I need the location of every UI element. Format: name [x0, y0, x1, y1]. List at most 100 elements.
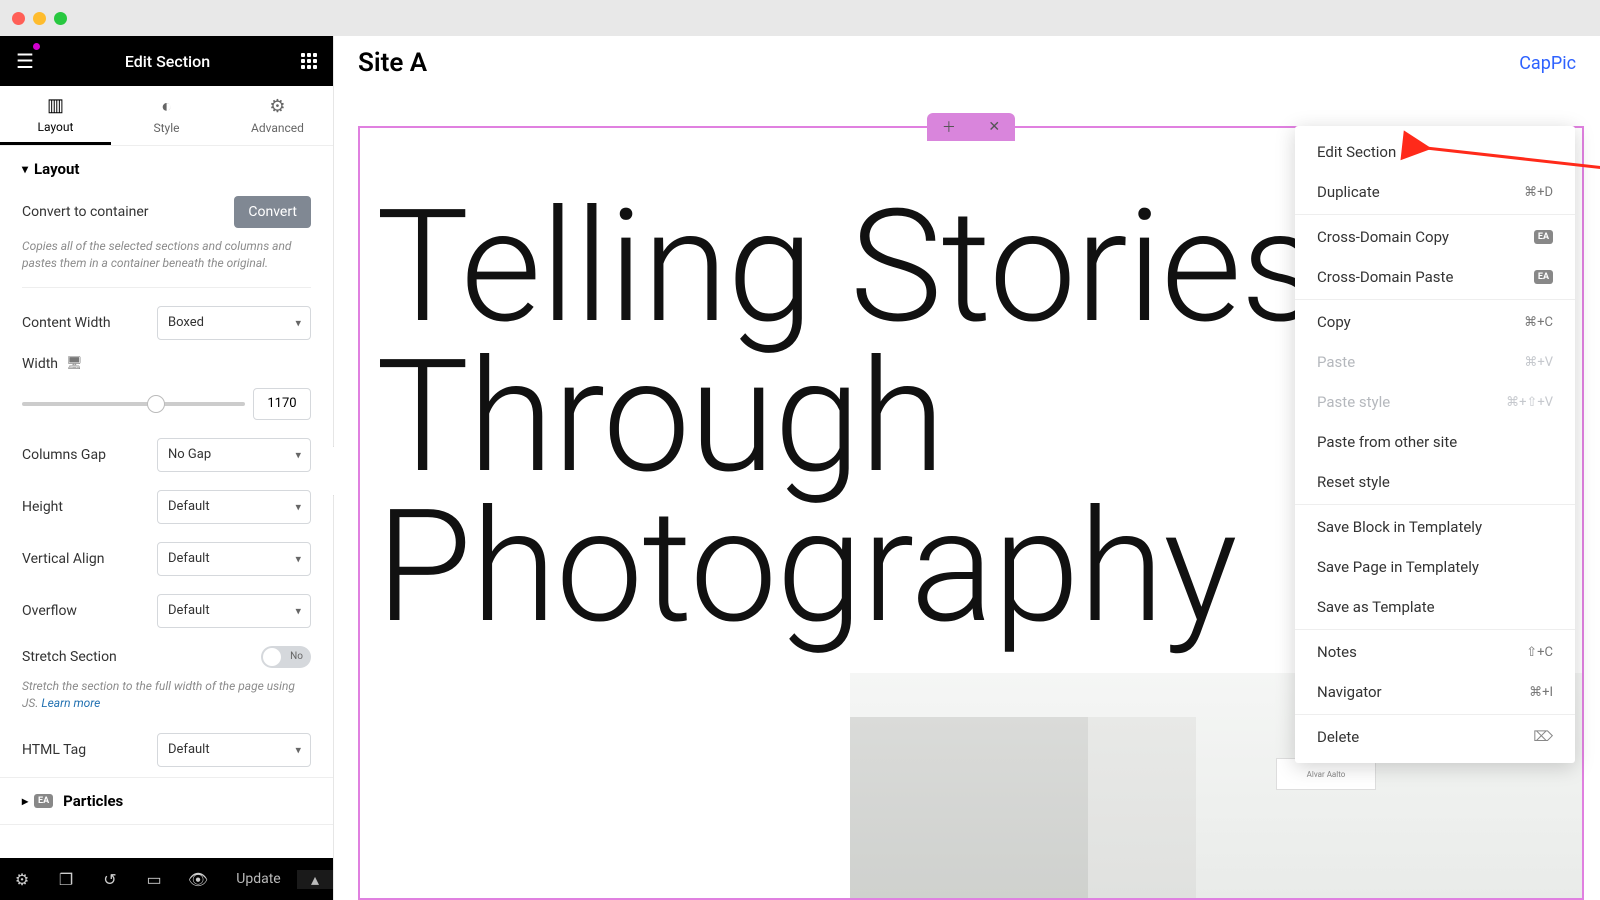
delete-icon: ⌦ [1533, 729, 1553, 745]
context-menu-item[interactable]: Delete ⌦ [1295, 717, 1575, 757]
context-menu-separator [1295, 714, 1575, 715]
tab-advanced[interactable]: ⚙ Advanced [222, 86, 333, 145]
columns-gap-label: Columns Gap [22, 447, 106, 463]
content-width-label: Content Width [22, 315, 111, 331]
keyboard-shortcut: ⌘+C [1524, 315, 1553, 330]
style-icon: ◐ [161, 96, 172, 117]
hero-heading[interactable]: Telling Stories Through Photography [376, 193, 1319, 642]
sidebar-tabs: ▥ Layout ◐ Style ⚙ Advanced [0, 86, 333, 146]
context-menu-item[interactable]: Save Page in Templately [1295, 547, 1575, 587]
columns-gap-select[interactable]: No Gap [157, 438, 311, 472]
desktop-icon: 🖥 [66, 356, 83, 371]
tab-label: Style [153, 121, 179, 135]
context-menu-item: Paste ⌘+V [1295, 342, 1575, 382]
gear-icon: ⚙ [269, 96, 285, 117]
add-section-button[interactable]: ＋ [942, 117, 956, 137]
context-menu-item: Paste style ⌘+⇧+V [1295, 382, 1575, 422]
tab-label: Advanced [251, 121, 304, 135]
context-menu-label: Notes [1317, 643, 1357, 661]
convert-help-text: Copies all of the selected sections and … [22, 238, 311, 273]
context-menu-label: Paste from other site [1317, 433, 1457, 451]
tab-label: Layout [38, 120, 74, 134]
section-particles-heading[interactable]: EAParticles [22, 792, 311, 810]
history-icon[interactable]: ↺ [88, 870, 132, 889]
maximize-window-button[interactable] [54, 12, 67, 25]
html-tag-select[interactable]: Default [157, 733, 311, 767]
sidebar-footer: ⚙ ❐ ↺ ▭ 👁 Update ▴ [0, 858, 333, 900]
convert-label: Convert to container [22, 204, 149, 220]
context-menu-label: Cross-Domain Copy [1317, 228, 1449, 246]
tab-style[interactable]: ◐ Style [111, 86, 222, 145]
stretch-section-label: Stretch Section [22, 649, 117, 665]
notification-dot-icon [33, 43, 40, 50]
context-menu-label: Navigator [1317, 683, 1382, 701]
update-options-button[interactable]: ▴ [297, 870, 333, 889]
stretch-help-text: Stretch the section to the full width of… [22, 678, 311, 713]
context-menu-label: Paste style [1317, 393, 1390, 411]
widgets-grid-button[interactable] [301, 53, 317, 69]
convert-button[interactable]: Convert [234, 196, 311, 228]
navigator-icon[interactable]: ❐ [44, 870, 88, 889]
annotation-arrow [1418, 142, 1600, 206]
editor-sidebar: ☰ Edit Section ▥Layout ◐Style ⚙Advanced … [0, 36, 334, 900]
ea-badge: EA [34, 794, 53, 808]
minimize-window-button[interactable] [33, 12, 46, 25]
context-menu-item[interactable]: Paste from other site [1295, 422, 1575, 462]
context-menu-label: Cross-Domain Paste [1317, 268, 1453, 286]
sidebar-title: Edit Section [125, 52, 210, 71]
keyboard-shortcut: ⇧+C [1526, 645, 1553, 660]
editor-canvas: Site A CapPic ＋ ✕ Alvar Aalto Telling St… [334, 36, 1600, 900]
context-menu-label: Copy [1317, 313, 1351, 331]
context-menu-label: Save Page in Templately [1317, 558, 1479, 576]
keyboard-shortcut: ⌘+⇧+V [1506, 395, 1553, 410]
keyboard-shortcut: ⌘+I [1529, 685, 1553, 700]
keyboard-shortcut: ⌘+V [1524, 355, 1553, 370]
context-menu-item[interactable]: Cross-Domain Paste EA [1295, 257, 1575, 297]
drag-section-handle[interactable] [966, 123, 979, 131]
overflow-label: Overflow [22, 603, 77, 619]
settings-icon[interactable]: ⚙ [0, 870, 44, 889]
stretch-section-toggle[interactable]: No [261, 646, 311, 668]
vertical-align-select[interactable]: Default [157, 542, 311, 576]
context-menu-separator [1295, 504, 1575, 505]
context-menu-label: Save Block in Templately [1317, 518, 1482, 536]
preview-icon[interactable]: 👁 [176, 870, 220, 889]
layout-icon: ▥ [47, 95, 64, 116]
context-menu-item[interactable]: Save Block in Templately [1295, 507, 1575, 547]
context-menu-separator [1295, 214, 1575, 215]
context-menu-item[interactable]: Reset style [1295, 462, 1575, 502]
hamburger-menu-button[interactable]: ☰ [16, 49, 34, 73]
context-menu-item[interactable]: Copy ⌘+C [1295, 302, 1575, 342]
tab-layout[interactable]: ▥ Layout [0, 86, 111, 145]
context-menu-item[interactable]: Notes ⇧+C [1295, 632, 1575, 672]
context-menu-item[interactable]: Navigator ⌘+I [1295, 672, 1575, 712]
ea-badge: EA [1534, 270, 1553, 284]
section-layout-heading[interactable]: Layout [22, 160, 311, 178]
vertical-align-label: Vertical Align [22, 551, 104, 567]
sidebar-header: ☰ Edit Section [0, 36, 333, 86]
context-menu-label: Paste [1317, 353, 1355, 371]
page-title: Site A [358, 48, 427, 78]
height-label: Height [22, 499, 63, 515]
content-width-select[interactable]: Boxed [157, 306, 311, 340]
section-handle: ＋ ✕ [927, 113, 1015, 141]
context-menu-label: Duplicate [1317, 183, 1380, 201]
update-button[interactable]: Update [220, 871, 297, 887]
width-slider[interactable] [22, 402, 245, 406]
width-input[interactable] [253, 388, 311, 420]
context-menu-label: Save as Template [1317, 598, 1435, 616]
context-menu-label: Delete [1317, 728, 1359, 746]
context-menu-label: Reset style [1317, 473, 1390, 491]
context-menu-item[interactable]: Save as Template [1295, 587, 1575, 627]
close-window-button[interactable] [12, 12, 25, 25]
cappic-badge: CapPic [1519, 53, 1576, 74]
html-tag-label: HTML Tag [22, 742, 86, 758]
height-select[interactable]: Default [157, 490, 311, 524]
responsive-icon[interactable]: ▭ [132, 870, 176, 889]
ea-badge: EA [1534, 230, 1553, 244]
learn-more-link[interactable]: Learn more [41, 696, 100, 710]
close-section-button[interactable]: ✕ [988, 119, 1000, 135]
macos-titlebar [0, 0, 1600, 36]
context-menu-item[interactable]: Cross-Domain Copy EA [1295, 217, 1575, 257]
overflow-select[interactable]: Default [157, 594, 311, 628]
